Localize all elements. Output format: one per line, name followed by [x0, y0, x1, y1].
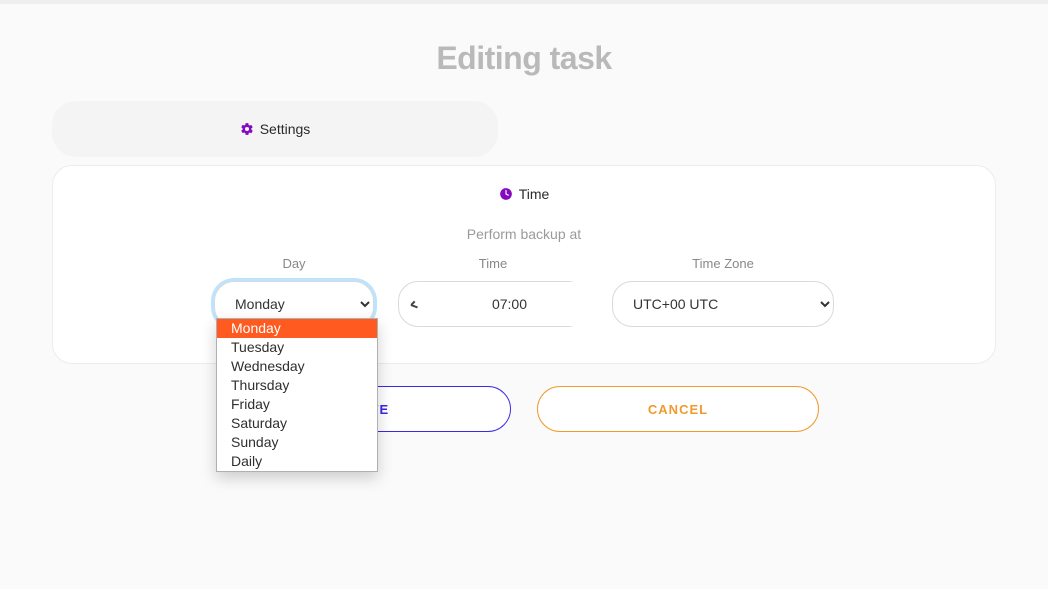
form-row: Day Monday Time Time Zone UTC+00 UTC: [77, 256, 971, 327]
timezone-select[interactable]: UTC+00 UTC: [612, 281, 834, 327]
day-option[interactable]: Thursday: [217, 376, 377, 395]
day-option[interactable]: Monday: [217, 319, 377, 338]
day-option[interactable]: Saturday: [217, 414, 377, 433]
page-container: Editing task Settings Time Perform backu…: [0, 40, 1048, 432]
top-divider: [0, 0, 1048, 4]
day-option[interactable]: Friday: [217, 395, 377, 414]
cancel-button-label: CANCEL: [648, 402, 708, 417]
section-subtitle: Perform backup at: [77, 226, 971, 242]
day-dropdown-panel[interactable]: MondayTuesdayWednesdayThursdayFridaySatu…: [216, 318, 378, 472]
tab-settings[interactable]: Settings: [52, 101, 498, 157]
time-input-wrapper: [398, 281, 588, 327]
time-column: Time: [398, 256, 588, 327]
clock-icon: [499, 187, 513, 201]
section-title: Time: [519, 186, 550, 202]
timezone-column: Time Zone UTC+00 UTC: [612, 256, 834, 327]
day-option[interactable]: Tuesday: [217, 338, 377, 357]
time-card: Time Perform backup at Day Monday Time T…: [52, 165, 996, 364]
button-row: SAVE CANCEL: [52, 386, 996, 432]
day-option[interactable]: Wednesday: [217, 357, 377, 376]
gear-icon: [240, 122, 254, 136]
time-input[interactable]: [419, 282, 600, 326]
page-title: Editing task: [52, 40, 996, 77]
day-column: Day Monday: [214, 256, 374, 327]
timezone-label: Time Zone: [692, 256, 754, 271]
day-label: Day: [282, 256, 305, 271]
section-header: Time: [77, 186, 971, 202]
day-option[interactable]: Sunday: [217, 433, 377, 452]
time-label: Time: [479, 256, 507, 271]
cancel-button[interactable]: CANCEL: [537, 386, 819, 432]
tab-label: Settings: [260, 121, 311, 137]
day-option[interactable]: Daily: [217, 452, 377, 471]
